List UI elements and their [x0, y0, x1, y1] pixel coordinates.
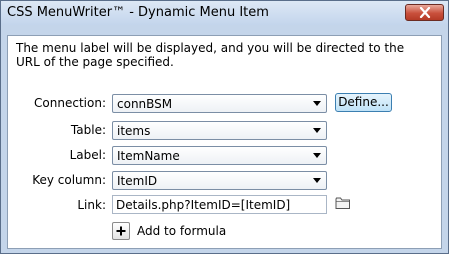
chevron-down-icon — [313, 128, 321, 133]
dialog-content: The menu label will be displayed, and yo… — [7, 35, 442, 249]
title-bar[interactable]: CSS MenuWriter™ - Dynamic Menu Item — [1, 1, 448, 25]
label-select[interactable]: ItemName — [112, 146, 327, 165]
plus-icon — [112, 222, 130, 240]
label-value: ItemName — [117, 149, 180, 163]
define-button[interactable]: Define... — [335, 93, 392, 112]
link-input[interactable] — [112, 195, 327, 214]
close-button[interactable] — [405, 4, 444, 21]
folder-icon[interactable] — [335, 196, 351, 210]
close-icon — [419, 7, 431, 18]
label-field-label: Label: — [69, 148, 106, 162]
dialog-window: CSS MenuWriter™ - Dynamic Menu Item The … — [0, 0, 449, 254]
description-text: The menu label will be displayed, and yo… — [16, 41, 405, 69]
chevron-down-icon — [313, 178, 321, 183]
add-to-formula-label: Add to formula — [137, 224, 227, 238]
chevron-down-icon — [313, 101, 321, 106]
key-column-select[interactable]: ItemID — [112, 171, 327, 190]
connection-label: Connection: — [34, 96, 106, 110]
window-title: CSS MenuWriter™ - Dynamic Menu Item — [7, 5, 269, 20]
key-column-value: ItemID — [117, 174, 158, 188]
connection-value: connBSM — [117, 97, 173, 111]
connection-select[interactable]: connBSM — [112, 94, 327, 113]
link-label: Link: — [77, 198, 106, 212]
table-label: Table: — [70, 123, 106, 137]
table-select[interactable]: items — [112, 121, 327, 140]
table-value: items — [117, 124, 151, 138]
chevron-down-icon — [313, 153, 321, 158]
key-column-label: Key column: — [32, 173, 106, 187]
